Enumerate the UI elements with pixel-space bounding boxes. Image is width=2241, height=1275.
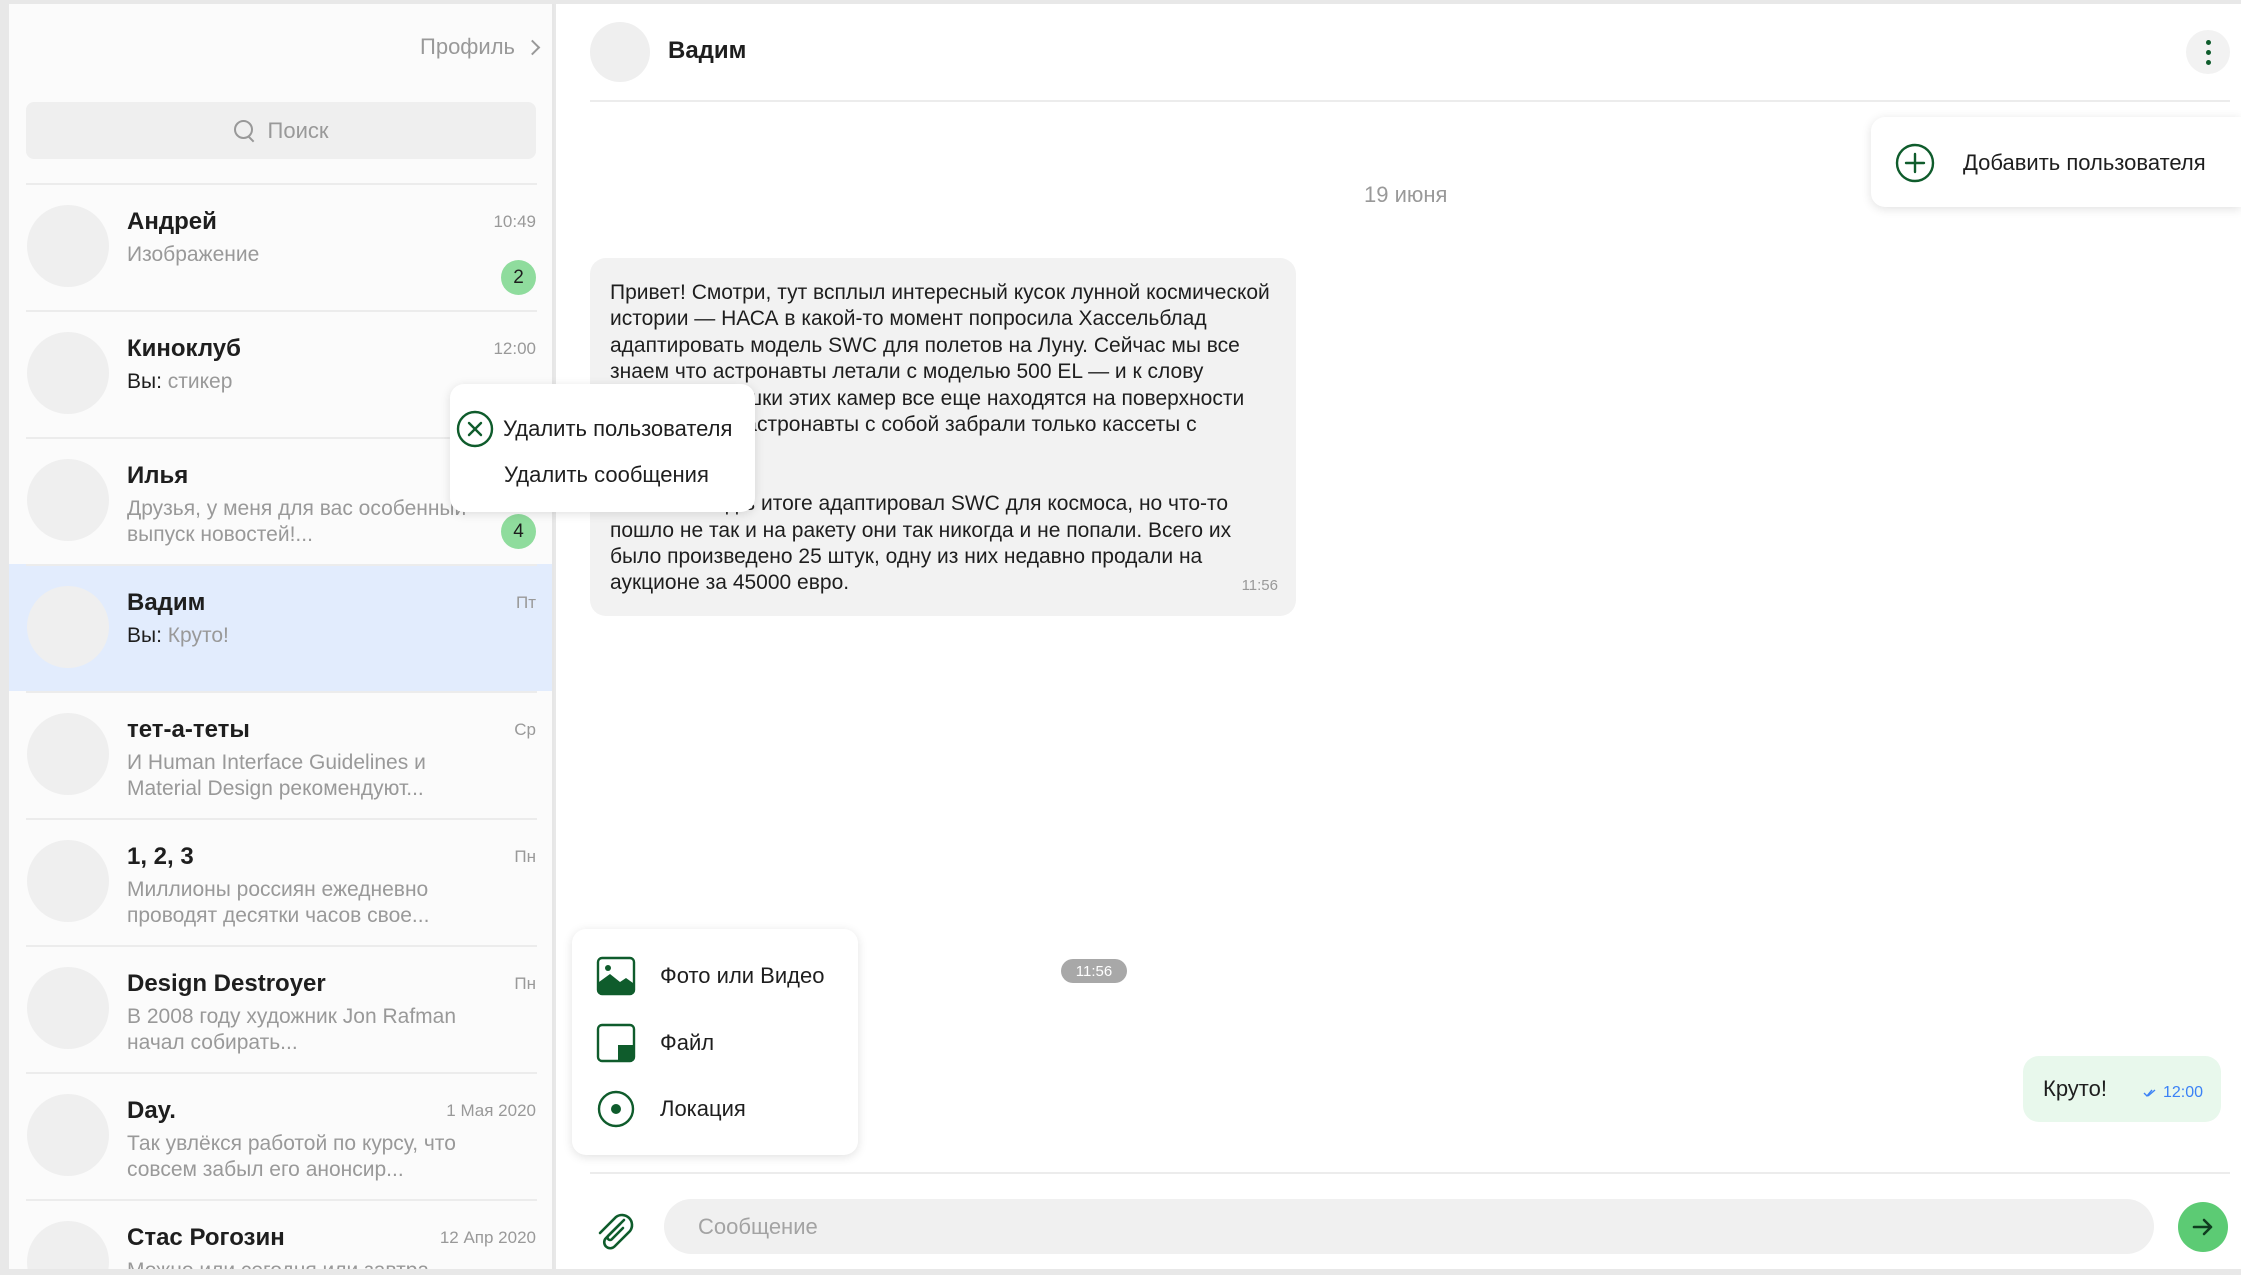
arrow-right-icon [2192, 1218, 2213, 1236]
avatar [27, 459, 109, 541]
chat-header: Вадим [590, 4, 2230, 102]
message-input[interactable] [664, 1199, 2154, 1254]
search-icon [233, 119, 256, 142]
chat-item-design-destroyer[interactable]: Design Destroyer Пн В 2008 году художник… [9, 945, 552, 1072]
avatar [27, 332, 109, 414]
chat-preview: Миллионы россиян ежедневно проводят деся… [127, 878, 430, 927]
chat-preview-text: стикер [167, 370, 233, 393]
chat-time: 1 Мая 2020 [446, 1101, 536, 1120]
message-time: 11:56 [1241, 576, 1278, 594]
plus-circle-icon [1895, 143, 1935, 183]
attach-photo-video[interactable]: Фото или Видео [596, 954, 824, 998]
chat-preview: Изображение [127, 243, 260, 266]
attach-file[interactable]: Файл [596, 1021, 714, 1065]
location-icon [597, 1090, 635, 1128]
chat-item-stas-rogozin[interactable]: Стас Рогозин 12 Апр 2020 Можно или сегод… [9, 1199, 552, 1269]
delete-messages-menu-item[interactable]: Удалить сообщения [504, 462, 709, 488]
add-user-popup[interactable]: Добавить пользователя [1871, 117, 2241, 207]
chat-preview: Вы: стикер [127, 369, 467, 395]
chat-item-day[interactable]: Day. 1 Мая 2020 Так увлёкся работой по к… [9, 1072, 552, 1199]
avatar [27, 967, 109, 1049]
image-icon [596, 956, 636, 996]
message-time: 12:00 [2162, 1084, 2203, 1101]
avatar [27, 840, 109, 922]
chat-item-tet-a-tety[interactable]: тет-а-теты Ср И Human Interface Guidelin… [9, 691, 552, 818]
search-placeholder: Поиск [267, 117, 329, 143]
chat-preview: Друзья, у меня для вас особенный выпуск … [127, 497, 467, 546]
chat-preview: Вы: Круто! [127, 623, 467, 649]
chat-name: тет-а-теты [127, 716, 250, 743]
chat-preview: И Human Interface Guidelines и Material … [127, 751, 426, 800]
chat-name: Киноклуб [127, 335, 241, 362]
chat-time: Ср [514, 720, 536, 739]
chat-list-sidebar: Профиль Поиск Андрей 10:49 Изображение 2… [9, 4, 554, 1269]
delete-user-menu-item[interactable]: Удалить пользователя [456, 410, 732, 448]
date-separator: 19 июня [1364, 182, 1448, 207]
chat-time: 12 Апр 2020 [439, 1228, 536, 1247]
attach-option-label: Файл [660, 1030, 715, 1055]
dot [2205, 59, 2211, 65]
chat-time: 12:00 [493, 339, 536, 358]
chat-preview: Можно или сегодня или завтра вечером? [127, 1258, 467, 1269]
chat-name: 1, 2, 3 [127, 843, 194, 870]
chat-name: Вадим [127, 589, 206, 616]
chat-name: Design Destroyer [127, 970, 326, 997]
chat-name: Стас Рогозин [127, 1224, 285, 1251]
add-user-label: Добавить пользователя [1963, 150, 2206, 175]
chat-name: Андрей [127, 208, 217, 235]
chat-preview: В 2008 году художник Jon Rafman начал со… [127, 1005, 457, 1054]
chat-item-1-2-3[interactable]: 1, 2, 3 Пн Миллионы россиян ежедневно пр… [9, 818, 552, 945]
chat-item-vadim[interactable]: Вадим Пт Вы: Круто! [9, 564, 552, 691]
message-meta: 12:00 [2143, 1084, 2203, 1102]
chat-time: Пн [514, 974, 536, 993]
outgoing-message[interactable]: Круто! 12:00 [2023, 1056, 2221, 1122]
image-time-chip: 11:56 [1061, 959, 1127, 983]
dot [2205, 49, 2211, 55]
avatar [27, 205, 109, 287]
paperclip-icon [598, 1213, 634, 1250]
unread-badge: 4 [501, 514, 536, 549]
attach-button[interactable] [590, 1206, 638, 1254]
chevron-right-icon [524, 39, 541, 55]
file-icon [596, 1023, 636, 1063]
send-button[interactable] [2178, 1202, 2228, 1252]
read-checkmark-icon [2143, 1089, 2156, 1098]
attach-menu: Фото или Видео Файл Локация [572, 929, 858, 1155]
attach-location[interactable]: Локация [596, 1087, 746, 1131]
search-input[interactable]: Поиск [26, 102, 536, 159]
chat-time: Пн [514, 847, 536, 866]
message-text: Круто! [2043, 1076, 2107, 1101]
chat-item-andrey[interactable]: Андрей 10:49 Изображение 2 [9, 183, 552, 310]
chat-preview: Так увлёкся работой по курсу, что совсем… [127, 1132, 456, 1181]
chat-list: Андрей 10:49 Изображение 2 Киноклуб 12:0… [9, 183, 552, 1269]
more-options-button[interactable] [2186, 30, 2230, 74]
menu-item-label: Удалить пользователя [503, 416, 733, 441]
avatar [27, 1094, 109, 1176]
avatar [27, 586, 109, 668]
chat-name: Day. [127, 1097, 176, 1124]
avatar [27, 1221, 109, 1269]
chat-preview-prefix: Вы: [127, 624, 162, 647]
unread-badge: 2 [501, 260, 536, 295]
chat-time: Пт [515, 593, 536, 612]
avatar [27, 713, 109, 795]
profile-link[interactable]: Профиль [420, 34, 541, 60]
attach-option-label: Локация [660, 1096, 746, 1121]
profile-link-label: Профиль [420, 34, 515, 59]
chat-title: Вадим [668, 37, 747, 64]
chat-context-menu: Удалить пользователя Удалить сообщения [450, 384, 755, 512]
dot [2205, 39, 2211, 45]
chat-preview-prefix: Вы: [127, 370, 162, 393]
close-circle-icon [456, 410, 494, 448]
chat-time: 10:49 [493, 212, 536, 231]
chat-preview-text: Круто! [167, 624, 229, 647]
avatar[interactable] [590, 22, 650, 82]
message-composer [590, 1172, 2230, 1269]
chat-name: Илья [127, 462, 189, 489]
attach-option-label: Фото или Видео [660, 963, 825, 988]
